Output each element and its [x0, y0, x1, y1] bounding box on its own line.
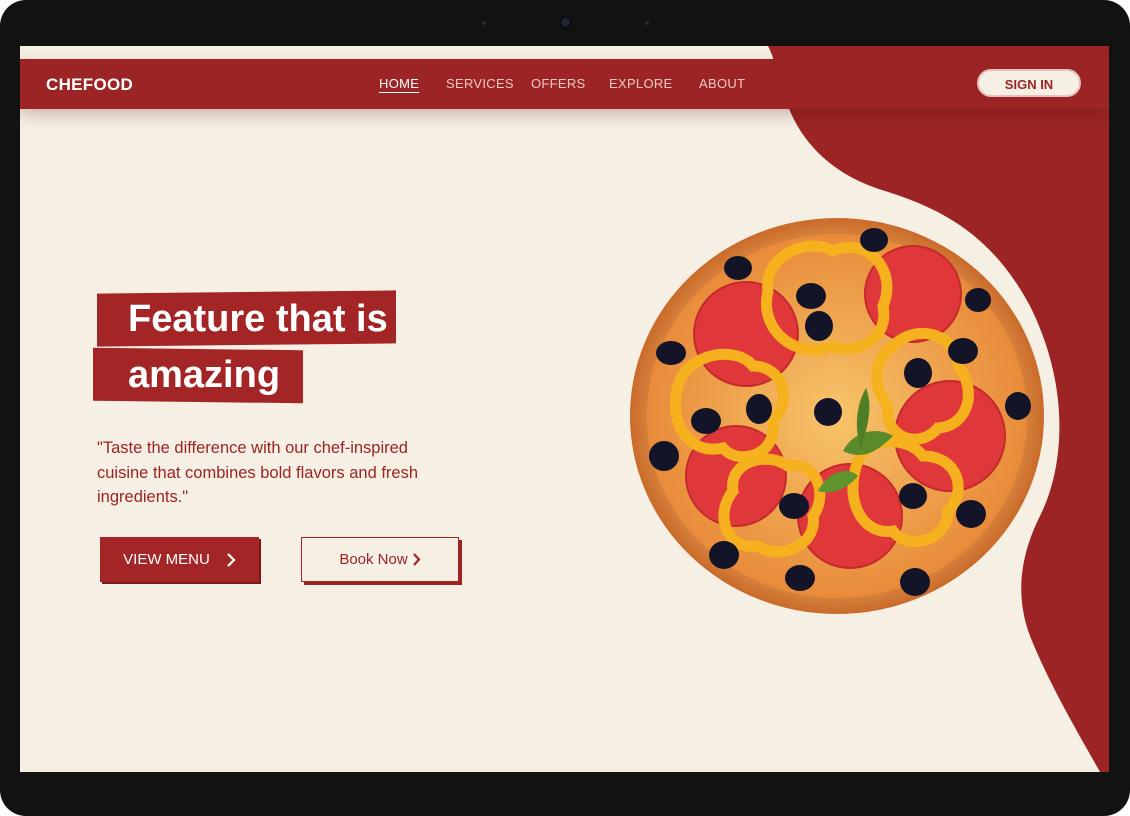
pizza-image [630, 218, 1044, 614]
hero-title-line-1: Feature that is [128, 298, 388, 340]
sign-in-button[interactable]: SIGN IN [977, 69, 1081, 97]
navbar: CHEFOOD HOME SERVICES OFFERS EXPLORE ABO… [20, 59, 1109, 109]
nav-link-services[interactable]: SERVICES [446, 76, 514, 91]
nav-link-about[interactable]: ABOUT [699, 76, 745, 91]
nav-link-home[interactable]: HOME [379, 76, 419, 91]
nav-link-explore[interactable]: EXPLORE [609, 76, 673, 91]
view-menu-label: VIEW MENU [123, 551, 210, 568]
sensor-dot [645, 21, 649, 25]
nav-link-offers[interactable]: OFFERS [531, 76, 586, 91]
chevron-right-icon [227, 552, 236, 567]
camera-icon [559, 16, 572, 29]
hero-title-line-2: amazing [128, 354, 281, 396]
sensor-dot [482, 21, 486, 25]
tablet-frame: CHEFOOD HOME SERVICES OFFERS EXPLORE ABO… [0, 0, 1130, 816]
screen: CHEFOOD HOME SERVICES OFFERS EXPLORE ABO… [20, 46, 1109, 772]
book-now-label: Book Now [339, 551, 408, 568]
brand-logo[interactable]: CHEFOOD [46, 75, 133, 95]
chevron-right-icon [412, 553, 421, 566]
view-menu-button[interactable]: VIEW MENU [100, 537, 259, 582]
book-now-button[interactable]: Book Now [301, 537, 459, 582]
hero-description: "Taste the difference with our chef-insp… [97, 439, 419, 506]
